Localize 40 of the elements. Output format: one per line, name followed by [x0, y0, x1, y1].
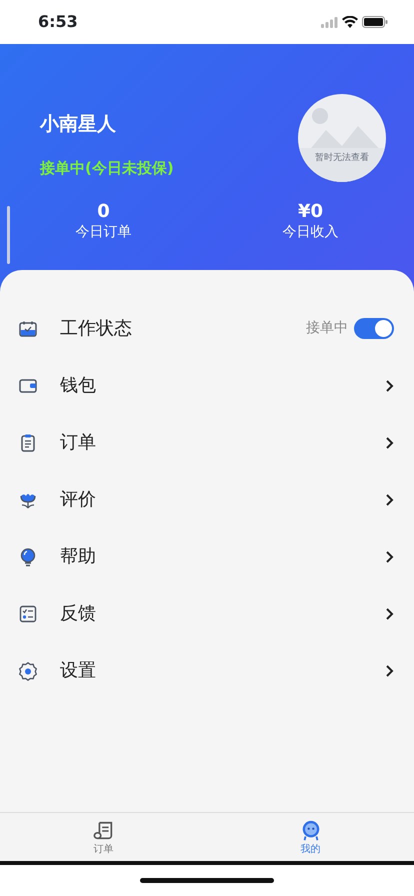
menu-label: 评价: [60, 488, 97, 512]
chevron-right-icon: [385, 436, 394, 450]
settings-icon: [18, 660, 38, 680]
avatar[interactable]: 暂时无法查看: [298, 94, 386, 182]
chevron-right-icon: [385, 378, 394, 392]
chevron-right-icon: [385, 550, 394, 564]
avatar-caption: 暂时无法查看: [314, 152, 370, 165]
toggle-state-text: 接单中: [306, 319, 348, 338]
menu-item[interactable]: 反馈: [0, 585, 414, 642]
menu-item[interactable]: 帮助: [0, 528, 414, 585]
menu-label: 钱包: [60, 374, 97, 398]
menu-label: 帮助: [60, 545, 97, 569]
stat-value: 0: [96, 202, 111, 222]
battery-icon: [362, 16, 388, 28]
menu-label: 反馈: [60, 602, 97, 626]
chevron-right-icon: [385, 664, 394, 678]
order-status: 接单中(今日未投保): [40, 158, 174, 178]
menu-item[interactable]: 订单: [0, 414, 414, 471]
calendar-icon: [18, 318, 38, 338]
stat-label: 今日订单: [74, 222, 132, 242]
user-name: 小南星人: [40, 112, 117, 137]
tab[interactable]: 订单: [0, 813, 207, 861]
menu-label: 设置: [60, 659, 97, 683]
tab[interactable]: 我的: [207, 813, 414, 861]
lightbulb-icon: [18, 546, 38, 566]
status-time: 6:53: [38, 11, 78, 33]
signal-icon: [321, 16, 338, 28]
stat-label: 今日收入: [282, 222, 340, 242]
chevron-right-icon: [385, 492, 394, 506]
menu-label: 订单: [60, 431, 97, 455]
menu-item[interactable]: 设置: [0, 642, 414, 699]
menu-item[interactable]: 评价: [0, 471, 414, 528]
checklist-icon: [18, 604, 38, 624]
scroll-icon: [92, 820, 114, 842]
toggle-switch[interactable]: [354, 318, 394, 339]
wifi-icon: [342, 16, 358, 28]
stat-value: ¥0: [296, 202, 324, 222]
chevron-right-icon: [385, 606, 394, 620]
menu-item[interactable]: 钱包: [0, 357, 414, 414]
menu-label: 工作状态: [60, 317, 133, 341]
